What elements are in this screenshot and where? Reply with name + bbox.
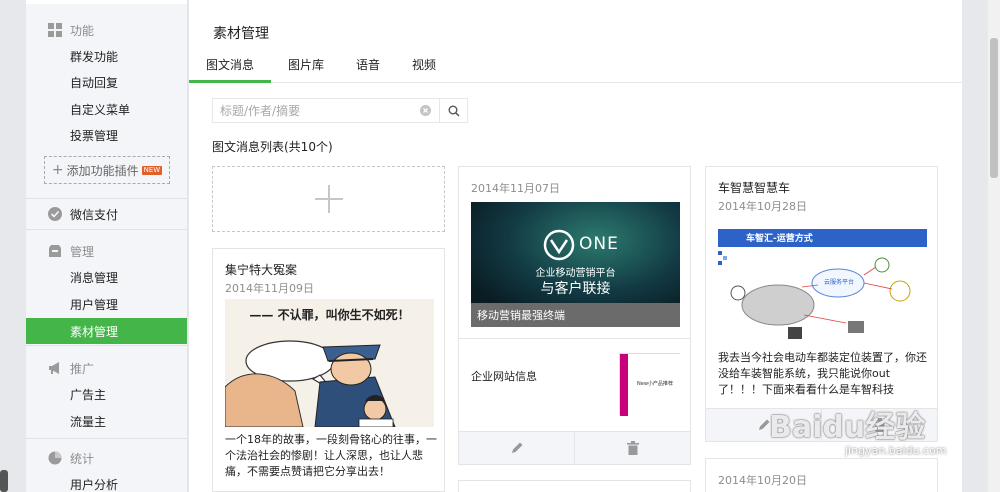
card-cover: ONE 企业移动营销平台 与客户联接 移动营销最强终端 (471, 202, 680, 327)
delete-button[interactable] (821, 409, 937, 441)
watermark-sub: jingyan.baidu.com (845, 444, 947, 457)
search-input[interactable] (213, 99, 417, 122)
left-scroll-handle[interactable] (0, 470, 8, 492)
news-card[interactable]: 车智慧智慧车 2014年10月28日 车智汇-运营方式 云服务平台 我去当今社会… (705, 166, 938, 442)
search-icon (448, 105, 460, 117)
cover-center-label: 云服务平台 (823, 279, 854, 286)
trash-icon (873, 418, 886, 432)
add-plugin-label: 添加功能插件 (66, 163, 139, 178)
sidebar-item-publisher[interactable]: 流量主 (26, 408, 187, 434)
card-date: 2014年11月07日 (471, 182, 560, 195)
page-title: 素材管理 (213, 26, 269, 42)
pencil-icon (511, 442, 522, 453)
megaphone-icon (48, 361, 62, 375)
cartoon-illustration (225, 340, 396, 427)
add-news-button[interactable] (212, 166, 445, 232)
card-cover: 车智汇-运营方式 云服务平台 (718, 217, 927, 345)
card-title: 车智慧智慧车 (718, 181, 791, 195)
trash-icon (626, 441, 639, 455)
system-diagram (718, 251, 911, 339)
sidebar-item-vote[interactable]: 投票管理 (26, 122, 187, 148)
card-cover: —— 不认罪，叫你生不如死！ (225, 299, 434, 427)
edit-button[interactable] (706, 409, 821, 441)
search-box (212, 98, 468, 123)
sidebar-section-label: 管理 (70, 244, 95, 259)
plus-icon: + (51, 162, 64, 178)
sidebar-section-manage: 管理 (26, 238, 187, 264)
sidebar: 功能 群发功能 自动回复 自定义菜单 投票管理 + 添加功能插件 NEW 微信支… (26, 0, 188, 492)
sidebar-item-auto-reply[interactable]: 自动回复 (26, 69, 187, 95)
search-button[interactable] (439, 99, 467, 122)
pencil-icon (758, 419, 769, 430)
pie-chart-icon (48, 451, 62, 465)
card-divider (459, 338, 690, 339)
sidebar-item-user-analytics[interactable]: 用户分析 (26, 471, 187, 492)
tab-video[interactable]: 视频 (405, 54, 443, 83)
card-summary: 我去当今社会电动车都装定位装置了，你还没给车装智能系统，我只能说你out了！！！… (718, 351, 927, 396)
sidebar-item-wechat-pay[interactable]: 微信支付 (26, 201, 187, 227)
card-actions (459, 431, 690, 464)
tab-images[interactable]: 图片库 (279, 54, 333, 83)
sidebar-section-label: 统计 (70, 451, 95, 466)
sidebar-section-promote: 推广 (26, 355, 187, 381)
sub-item-title: 企业网站信息 (471, 370, 537, 383)
new-badge: NEW (141, 165, 163, 175)
sidebar-divider (26, 198, 187, 199)
sub-item-thumb: New小产品推荐 (619, 353, 681, 416)
plus-icon (314, 185, 343, 213)
sidebar-item-materials[interactable]: 素材管理 (26, 318, 187, 344)
sidebar-item-advertiser[interactable]: 广告主 (26, 381, 187, 407)
cover-banner: 车智汇-运营方式 (746, 234, 813, 244)
main-panel: 素材管理 图文消息 图片库 语音 视频 图文消息列表(共10个) 集宁特大冤案 … (189, 0, 962, 492)
news-card[interactable]: 2014年11月07日 ONE 企业移动营销平台 与客户联接 移动营销最强终端 (458, 166, 691, 465)
cover-title: 移动营销最强终端 (477, 309, 565, 322)
sidebar-section-function: 功能 (26, 17, 187, 43)
card-actions (706, 408, 937, 441)
delete-button[interactable] (574, 432, 690, 464)
sidebar-section-stats: 统计 (26, 445, 187, 471)
news-card[interactable]: 2014年10月20日 (705, 458, 938, 492)
sidebar-divider (26, 345, 187, 346)
sidebar-item-messages[interactable]: 消息管理 (26, 264, 187, 290)
scrollbar-thumb[interactable] (990, 38, 998, 178)
cover-caption: —— 不认罪，叫你生不如死！ (249, 308, 410, 322)
cover-line2: 与客户联接 (540, 281, 611, 297)
sidebar-top (26, 0, 187, 4)
card-summary: 一个18年的故事，一段刻骨铭心的往事，一个法治社会的惨剧！让人深思，也让人悲痛，… (225, 433, 437, 478)
sidebar-item-custom-menu[interactable]: 自定义菜单 (26, 96, 187, 122)
sidebar-item-users[interactable]: 用户管理 (26, 291, 187, 317)
card-title: 集宁特大冤案 (225, 263, 298, 277)
edit-button[interactable] (459, 432, 574, 464)
sidebar-item-mass-send[interactable]: 群发功能 (26, 43, 187, 69)
inbox-icon (48, 244, 62, 258)
thumb-text: New小产品推荐 (637, 381, 673, 387)
card-date: 2014年10月20日 (718, 474, 807, 487)
card-date: 2014年10月28日 (718, 200, 807, 213)
tab-voice[interactable]: 语音 (349, 54, 387, 83)
sidebar-section-label: 微信支付 (70, 207, 119, 222)
tab-news[interactable]: 图文消息 (189, 54, 271, 83)
sidebar-divider (26, 438, 187, 439)
sidebar-section-label: 推广 (70, 361, 95, 376)
cover-line1: 企业移动营销平台 (535, 268, 616, 279)
thumb-stripe (620, 354, 628, 416)
clear-icon[interactable] (417, 99, 433, 122)
grid-icon (48, 23, 62, 37)
card-date: 2014年11月09日 (225, 282, 314, 295)
sidebar-section-label: 功能 (70, 23, 95, 38)
cover-logo: ONE (579, 234, 619, 254)
sidebar-divider (26, 229, 187, 230)
tab-bar: 图文消息 图片库 语音 视频 (189, 54, 962, 83)
wechat-pay-icon (48, 207, 62, 221)
news-card[interactable] (458, 480, 691, 492)
add-plugin-button[interactable]: + 添加功能插件 NEW (44, 156, 170, 184)
news-card[interactable]: 集宁特大冤案 2014年11月09日 —— 不认罪，叫你生不如死！ 一个18年的… (212, 248, 445, 492)
page-scrollbar[interactable] (988, 0, 1000, 492)
list-title: 图文消息列表(共10个) (212, 140, 333, 154)
